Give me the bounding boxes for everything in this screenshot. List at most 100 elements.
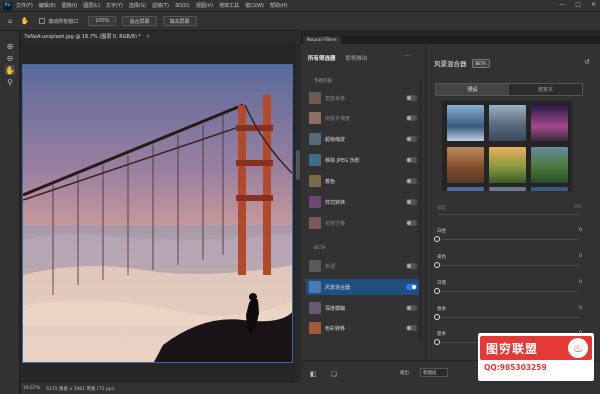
slider-knob[interactable] [434, 236, 440, 242]
filter-label: 样式转换 [325, 199, 346, 206]
document-size: 6115 像素 x 3981 像素 (72 ppi) [46, 386, 115, 392]
filter-toggle[interactable] [406, 157, 417, 163]
zoom-level[interactable]: 16.67% [23, 386, 40, 391]
maximize-button[interactable]: □ [575, 1, 581, 8]
zoom-in-icon[interactable]: ⊕ [5, 41, 15, 51]
menu-file[interactable]: 文件(F) [16, 2, 33, 9]
minimize-button[interactable]: — [559, 1, 565, 8]
filter-toggle[interactable] [406, 178, 417, 184]
filter-row[interactable]: 皮肤平滑度 [306, 110, 420, 126]
canvas-scroll-thumb[interactable] [296, 150, 300, 180]
filter-toggle[interactable] [406, 305, 417, 311]
filter-row[interactable]: 深度模糊 [306, 300, 420, 316]
scroll-all-checkbox[interactable] [39, 18, 46, 24]
filter-toggle[interactable] [406, 95, 417, 101]
slider-knob[interactable] [434, 262, 440, 268]
filter-label: 超级缩放 [325, 136, 346, 143]
slider-track[interactable] [437, 265, 579, 266]
filter-toggle[interactable] [406, 115, 417, 121]
layers-icon[interactable]: ❏ [331, 370, 337, 378]
slider-label: 夜色 [437, 255, 446, 260]
filter-row[interactable]: 移除 JPEG 伪影 [306, 152, 420, 168]
menu-3d[interactable]: 3D(D) [175, 3, 190, 9]
watermark-banner: 图穷联盟 ♨ [480, 336, 592, 360]
window-controls: — □ ✕ [559, 1, 596, 8]
filter-thumbnail [309, 260, 321, 272]
output-label: 输出 [400, 371, 409, 376]
menu-image[interactable]: 图像(I) [62, 2, 77, 9]
preset-thumbnail[interactable] [447, 105, 484, 141]
close-button[interactable]: ✕ [591, 1, 596, 8]
more-options-icon[interactable]: ··· [405, 53, 411, 60]
canvas-image[interactable] [22, 64, 293, 363]
slider-knob[interactable] [434, 339, 440, 345]
slider-track[interactable] [437, 214, 579, 215]
tab-custom[interactable]: 自定义 [509, 84, 582, 95]
output-select[interactable]: 新图层 [420, 368, 448, 377]
filter-row-selected[interactable]: 风景混合器 [306, 279, 420, 295]
fit-screen-button[interactable]: 适合屏幕 [122, 16, 157, 26]
slider-track[interactable] [437, 239, 579, 240]
home-icon[interactable]: ⌂ [8, 17, 12, 25]
bottom-icons: ◧ ❏ [310, 370, 337, 378]
menu-view[interactable]: 视图(V) [196, 2, 213, 9]
filter-title: 风景混合器 BETA [434, 58, 490, 68]
filter-row[interactable]: 着色 [306, 173, 420, 189]
filter-thumbnail [309, 112, 321, 124]
preset-thumbnail[interactable] [489, 147, 526, 183]
tab-all-filters[interactable]: 所有筛选器 [308, 54, 336, 62]
filter-label: 着色 [325, 178, 336, 185]
panel-tab-strip [301, 35, 600, 44]
close-tab-icon[interactable]: × [146, 34, 150, 40]
slider-knob[interactable] [434, 288, 440, 294]
filter-row[interactable]: 样式转换 [306, 194, 420, 210]
fill-screen-button[interactable]: 填充屏幕 [162, 16, 197, 26]
filter-label: 皮肤平滑度 [325, 115, 351, 122]
reset-icon[interactable]: ↺ [584, 58, 590, 66]
preset-thumbnail[interactable] [531, 147, 568, 183]
filter-row[interactable]: 协调 [306, 258, 420, 274]
slider-value: 100 [573, 205, 582, 210]
filter-toggle[interactable] [406, 284, 417, 290]
filter-toggle[interactable] [406, 199, 417, 205]
slider-track[interactable] [437, 291, 579, 292]
filter-row[interactable]: 妆容迁移 [306, 215, 420, 231]
menu-select[interactable]: 选择(S) [129, 2, 146, 9]
menu-filter[interactable]: 滤镜(T) [152, 2, 169, 9]
menu-bar: Ps 文件(F) 编辑(E) 图像(I) 图层(L) 文字(Y) 选择(S) 滤… [0, 0, 600, 11]
menu-type[interactable]: 文字(Y) [106, 2, 123, 9]
slider-label: 夏季 [437, 332, 446, 337]
menu-window[interactable]: 窗口(W) [245, 2, 264, 9]
filter-row[interactable]: 智能肖像 [306, 90, 420, 106]
preset-thumbnail[interactable] [447, 147, 484, 183]
filter-toggle[interactable] [406, 263, 417, 269]
slider-track[interactable] [437, 317, 579, 318]
tab-presets[interactable]: 预设 [436, 84, 509, 95]
preset-thumbnail[interactable] [489, 187, 526, 191]
slider-label: 强度 [437, 206, 446, 211]
compare-icon[interactable]: ◧ [310, 370, 317, 378]
menu-layer[interactable]: 图层(L) [83, 2, 100, 9]
zoom-100-button[interactable]: 100% [88, 16, 117, 26]
filter-row[interactable]: 超级缩放 [306, 131, 420, 147]
filter-toggle[interactable] [406, 220, 417, 226]
filter-toggle[interactable] [406, 136, 417, 142]
menu-edit[interactable]: 编辑(E) [39, 2, 56, 9]
menu-plugins[interactable]: 增效工具 [219, 2, 239, 9]
filter-toggle[interactable] [406, 325, 417, 331]
filter-row[interactable]: 色彩转移 [306, 320, 420, 336]
tab-coming-soon[interactable]: 即将推出 [346, 54, 368, 62]
preset-thumbnail[interactable] [531, 187, 568, 191]
document-tab[interactable]: 7eNxA-unsplash.jpg @ 16.7% (图层 0, RGB/8)… [21, 31, 301, 42]
filter-list-scrollbar[interactable] [419, 80, 422, 340]
menu-help[interactable]: 帮助(H) [270, 2, 288, 9]
neural-filters-tab[interactable]: Neural Filters [303, 36, 341, 44]
zoom-out-icon[interactable]: ⊖ [5, 53, 15, 63]
watermark-logo-icon: ♨ [568, 338, 588, 358]
preset-thumbnail[interactable] [531, 105, 568, 141]
preset-thumbnail[interactable] [489, 105, 526, 141]
preset-thumbnail[interactable] [447, 187, 484, 191]
hand-tool-icon[interactable]: ✋ [5, 65, 15, 75]
zoom-tool-icon[interactable]: ⚲ [5, 77, 15, 87]
slider-knob[interactable] [434, 314, 440, 320]
